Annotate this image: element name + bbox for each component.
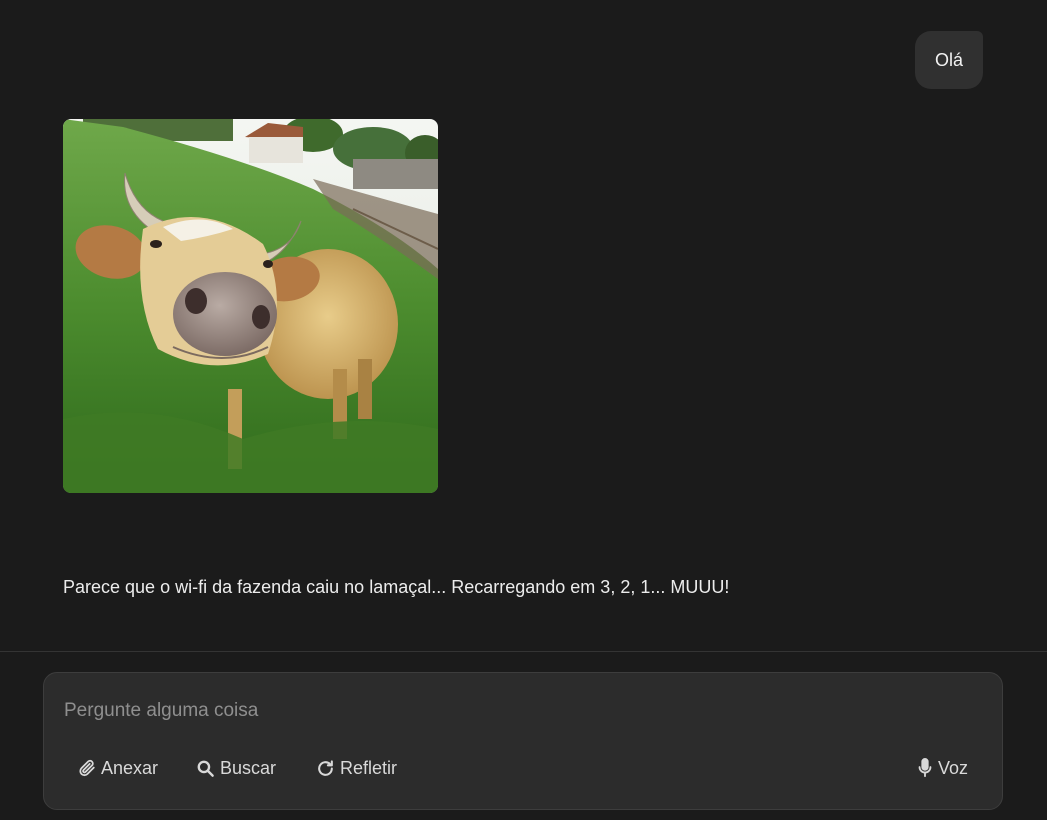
refresh-icon [316, 759, 335, 778]
reflect-button[interactable]: Refletir [316, 750, 397, 786]
assistant-message-text: Parece que o wi-fi da fazenda caiu no la… [63, 577, 730, 597]
voice-label: Voz [937, 757, 968, 778]
user-message-bubble: Olá [914, 31, 983, 89]
reflect-label: Refletir [340, 757, 398, 778]
composer-divider [0, 651, 1047, 652]
chat-composer: Anexar Buscar Refletir [43, 672, 1003, 810]
chat-app: Olá Parece que o wi-fi da fazenda caiu n… [0, 0, 1047, 820]
paperclip-icon [78, 759, 96, 777]
voice-button[interactable]: Voz [917, 750, 968, 786]
attach-button[interactable]: Anexar [78, 750, 158, 786]
prompt-input[interactable] [64, 691, 964, 731]
cow-photo-image [63, 119, 438, 493]
search-label: Buscar [220, 757, 277, 778]
attach-label: Anexar [101, 757, 159, 778]
search-button[interactable]: Buscar [196, 750, 276, 786]
assistant-generated-image[interactable] [63, 119, 438, 493]
search-icon [196, 759, 215, 778]
microphone-icon [917, 758, 933, 778]
user-message-text: Olá [934, 49, 963, 70]
